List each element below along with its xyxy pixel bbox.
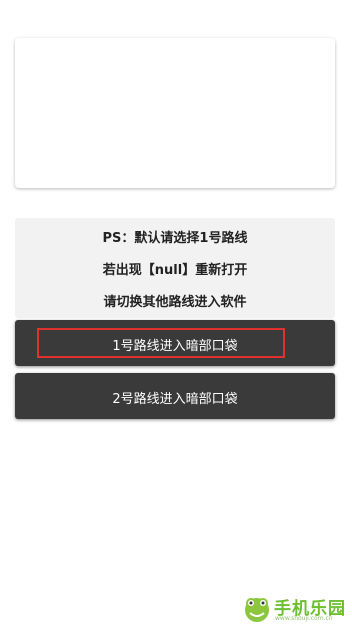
watermark-url: www.shouji.com.cn [275,615,333,622]
highlight-box [37,328,285,358]
notice-line-default: PS：默认请选择1号路线 [102,231,248,246]
route-2-button[interactable]: 2号路线进入暗部口袋 [15,373,335,419]
notice-line-switch: 请切换其他路线进入软件 [103,295,247,310]
screen: PS：默认请选择1号路线 若出现【null】重新打开 请切换其他路线进入软件 1… [0,0,352,634]
route-1-button[interactable]: 1号路线进入暗部口袋 [15,320,335,366]
notice-panel: PS：默认请选择1号路线 若出现【null】重新打开 请切换其他路线进入软件 [15,218,335,318]
route-2-label: 2号路线进入暗部口袋 [112,392,238,407]
watermark: 手机乐园 www.shouji.com.cn [242,594,346,624]
frog-logo-icon [245,598,269,622]
blank-card [15,38,335,188]
notice-line-null: 若出现【null】重新打开 [102,263,248,278]
